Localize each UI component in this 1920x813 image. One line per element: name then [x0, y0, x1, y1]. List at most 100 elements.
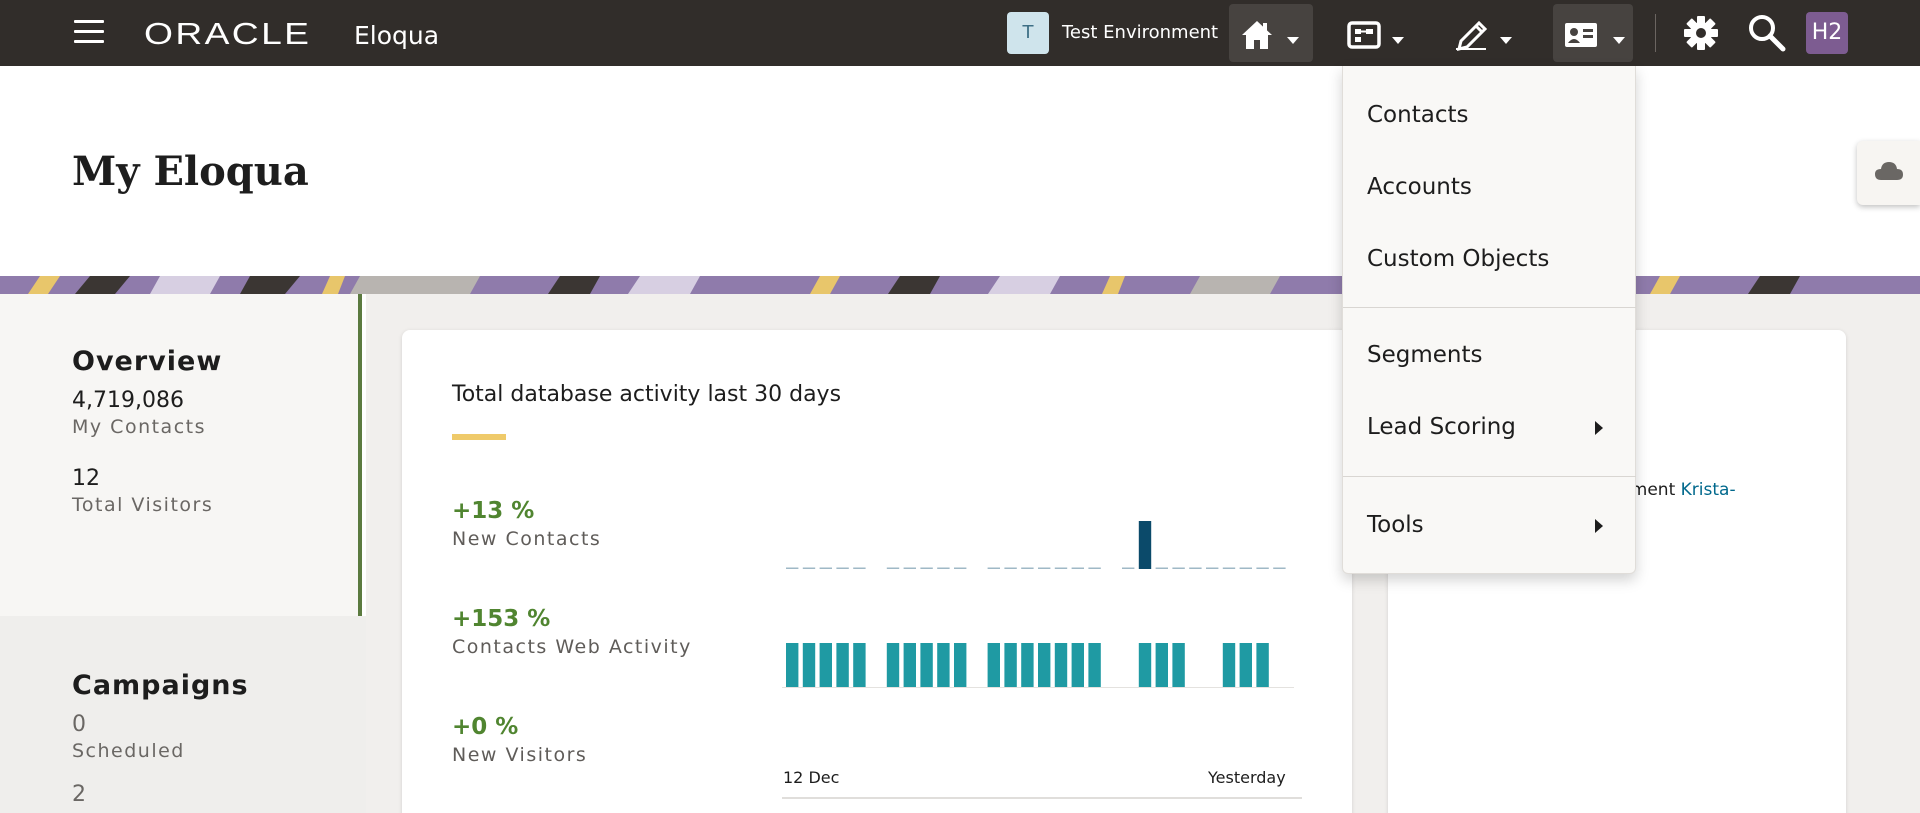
chart-bar: [1004, 567, 1017, 569]
card-accent-bar: [452, 434, 506, 440]
left-summary-column: Overview 4,719,086 My Contacts 12 Total …: [0, 294, 366, 813]
chart-bar: [1071, 567, 1084, 569]
chart-bar: [1155, 643, 1168, 687]
menu-item-custom-objects[interactable]: Custom Objects: [1367, 246, 1549, 272]
chart-bar: [1155, 567, 1168, 569]
segment-link[interactable]: Krista-: [1681, 480, 1736, 500]
home-nav-button[interactable]: [1229, 4, 1313, 62]
orchestration-icon: [1347, 21, 1381, 49]
x-axis-end-label: Yesterday: [1208, 768, 1286, 787]
menu-item-accounts[interactable]: Accounts: [1367, 174, 1472, 200]
oracle-logo: ORACLE: [144, 16, 312, 51]
total-visitors-label: Total Visitors: [72, 494, 214, 516]
campaign-stat-value: 2: [72, 782, 86, 807]
chart-bar: [1239, 567, 1252, 569]
menu-item-segments[interactable]: Segments: [1367, 342, 1482, 368]
menu-item-contacts[interactable]: Contacts: [1367, 102, 1468, 128]
campaigns-panel: Campaigns 0 Scheduled 2: [0, 616, 366, 813]
chart-bar: [786, 567, 799, 569]
chart-bar: [802, 643, 816, 687]
x-axis-start-label: 12 Dec: [783, 768, 840, 787]
new-visitors-label: New Visitors: [452, 744, 588, 766]
chart-bar: [1088, 567, 1101, 569]
chart-bar: [886, 643, 900, 687]
chart-bar: [903, 643, 916, 687]
contact-card-icon: [1565, 23, 1597, 47]
hamburger-menu-icon[interactable]: [74, 20, 104, 46]
chart-bar: [1021, 643, 1034, 687]
my-contacts-label: My Contacts: [72, 416, 206, 438]
chart-bar: [853, 643, 866, 687]
app-name: Eloqua: [354, 21, 440, 50]
chart-bar: [853, 567, 866, 569]
audience-nav-button[interactable]: [1553, 4, 1633, 62]
cloud-panel-tab[interactable]: [1857, 141, 1920, 205]
chart-bar: [1122, 567, 1135, 569]
gear-icon: [1684, 16, 1718, 50]
menu-divider: [1343, 307, 1636, 308]
tools-submenu-arrow-icon: [1595, 519, 1603, 533]
chart-bar: [920, 567, 933, 569]
total-visitors-value: 12: [72, 466, 100, 491]
chart-bar: [836, 643, 849, 687]
segment-activity-text: gment Krista-: [1620, 480, 1736, 500]
home-icon: [1242, 21, 1272, 49]
user-avatar[interactable]: H2: [1806, 12, 1848, 54]
chart-bar: [920, 643, 933, 687]
top-navigation-bar: ORACLE Eloqua T Test Environment H2: [0, 0, 1920, 66]
menu-item-lead-scoring[interactable]: Lead Scoring: [1367, 414, 1516, 440]
chart-bar: [1172, 643, 1185, 687]
chart-bar: [987, 643, 1000, 687]
chart-bar: [819, 567, 832, 569]
chart-bar: [886, 567, 900, 569]
chart-bar: [1138, 643, 1152, 687]
chart-bar: [1088, 643, 1101, 687]
chart-bar: [1071, 643, 1084, 687]
toolbar-divider: [1655, 14, 1656, 52]
page-title: My Eloqua: [72, 148, 309, 195]
chart-bar: [1256, 643, 1269, 687]
audience-dropdown-menu: Contacts Accounts Custom Objects Segment…: [1342, 66, 1636, 574]
orchestration-nav-button[interactable]: [1336, 4, 1412, 62]
settings-button[interactable]: [1680, 12, 1722, 54]
chart-bar: [1038, 643, 1051, 687]
chart-bar: [987, 567, 1000, 569]
chart-bar: [1054, 567, 1068, 569]
search-icon: [1749, 15, 1786, 52]
chart-bar: [786, 643, 799, 687]
activity-chart: [782, 521, 1302, 799]
chart-bar: [1038, 567, 1051, 569]
search-button[interactable]: [1746, 12, 1788, 54]
chart-bar: [937, 567, 950, 569]
chart-bar: [1222, 567, 1236, 569]
web-activity-pct: +153 %: [452, 606, 551, 632]
chart-bar: [1239, 643, 1252, 687]
my-contacts-value: 4,719,086: [72, 388, 184, 413]
chart-bar: [836, 567, 849, 569]
cloud-icon: [1875, 162, 1903, 180]
chart-bar: [954, 567, 967, 569]
environment-name[interactable]: Test Environment: [1062, 22, 1218, 43]
new-contacts-label: New Contacts: [452, 528, 602, 550]
menu-item-tools[interactable]: Tools: [1367, 512, 1424, 538]
campaigns-title: Campaigns: [72, 670, 249, 701]
chart-bar: [1021, 567, 1034, 569]
chart-bar: [1222, 643, 1236, 687]
new-contacts-pct: +13 %: [452, 498, 535, 524]
assets-nav-button[interactable]: [1444, 4, 1520, 62]
chart-bar: [819, 643, 832, 687]
chart-bar: [1172, 567, 1185, 569]
activity-card-title: Total database activity last 30 days: [452, 382, 842, 407]
chart-bar: [1054, 643, 1068, 687]
chart-bar: [1189, 567, 1202, 569]
overview-panel: Overview 4,719,086 My Contacts 12 Total …: [0, 294, 362, 616]
chart-bar: [954, 643, 967, 687]
menu-divider: [1343, 476, 1636, 477]
chart-bar: [1206, 567, 1219, 569]
chart-bar: [802, 567, 816, 569]
chart-bar: [903, 567, 916, 569]
lead-scoring-submenu-arrow-icon: [1595, 421, 1603, 435]
new-visitors-pct: +0 %: [452, 714, 519, 740]
web-activity-label: Contacts Web Activity: [452, 636, 692, 658]
environment-badge[interactable]: T: [1007, 12, 1049, 54]
